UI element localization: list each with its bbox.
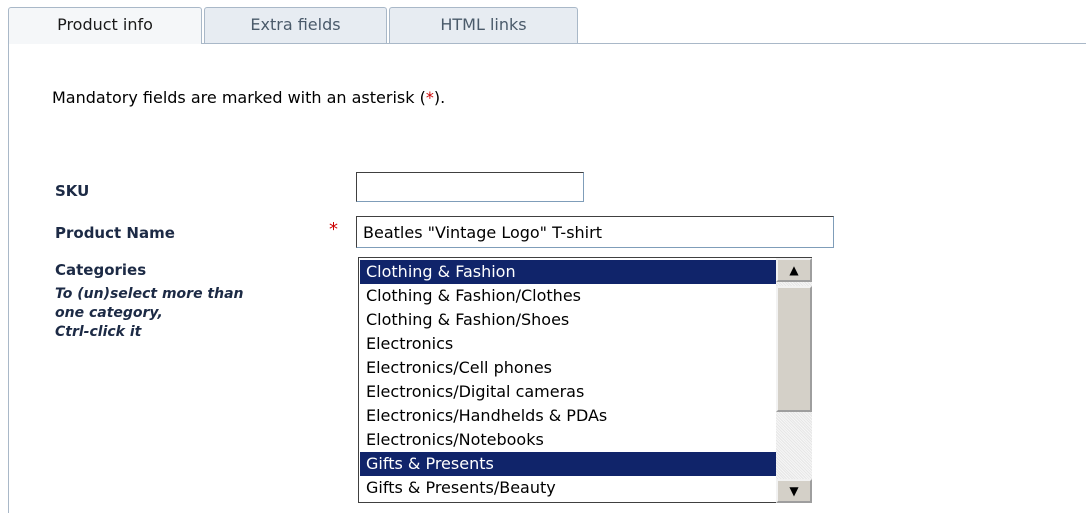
scrollbar-thumb[interactable] — [776, 286, 812, 412]
required-asterisk: * — [329, 219, 338, 240]
category-option[interactable]: Gifts & Presents — [360, 452, 812, 476]
sku-input[interactable] — [356, 172, 584, 202]
tab-label: HTML links — [440, 15, 527, 34]
category-option[interactable]: Clothing & Fashion — [360, 260, 812, 284]
category-option[interactable]: Clothing & Fashion/Shoes — [360, 308, 812, 332]
tab-extra-fields[interactable]: Extra fields — [204, 7, 387, 43]
hint-line: Ctrl-click it — [55, 324, 142, 340]
listbox-scrollbar[interactable]: ▲ ▼ — [776, 258, 812, 503]
tab-label: Product info — [57, 15, 153, 34]
tab-html-links[interactable]: HTML links — [389, 7, 578, 43]
hint-line: To (un)select more than — [55, 286, 244, 302]
note-text: Mandatory fields are marked with an aste… — [52, 88, 426, 107]
categories-label: Categories — [55, 261, 147, 279]
scroll-down-button[interactable]: ▼ — [776, 479, 812, 503]
triangle-up-icon: ▲ — [789, 263, 799, 277]
category-option[interactable]: Electronics/Handhelds & PDAs — [360, 404, 812, 428]
category-option[interactable]: Electronics — [360, 332, 812, 356]
category-option[interactable]: Electronics/Digital cameras — [360, 380, 812, 404]
product-name-input[interactable] — [356, 216, 834, 248]
triangle-down-icon: ▼ — [789, 484, 799, 498]
mandatory-note: Mandatory fields are marked with an aste… — [52, 88, 445, 107]
note-suffix: ). — [433, 88, 446, 107]
sku-label: SKU — [55, 182, 90, 200]
category-option[interactable]: Gifts & Presents/Beauty — [360, 476, 812, 500]
tab-label: Extra fields — [250, 15, 341, 34]
category-option[interactable]: Electronics/Cell phones — [360, 356, 812, 380]
hint-line: one category, — [55, 305, 163, 321]
tab-bar: Product info Extra fields HTML links — [0, 0, 1086, 44]
asterisk-marker: * — [425, 88, 434, 107]
categories-hint: To (un)select more than one category, Ct… — [55, 285, 335, 342]
scroll-up-button[interactable]: ▲ — [776, 258, 812, 282]
category-option[interactable]: Electronics/Notebooks — [360, 428, 812, 452]
categories-listbox[interactable]: Clothing & Fashion Clothing & Fashion/Cl… — [358, 257, 812, 503]
product-name-label: Product Name — [55, 224, 175, 242]
tab-product-info[interactable]: Product info — [8, 7, 202, 44]
category-option[interactable]: Clothing & Fashion/Clothes — [360, 284, 812, 308]
